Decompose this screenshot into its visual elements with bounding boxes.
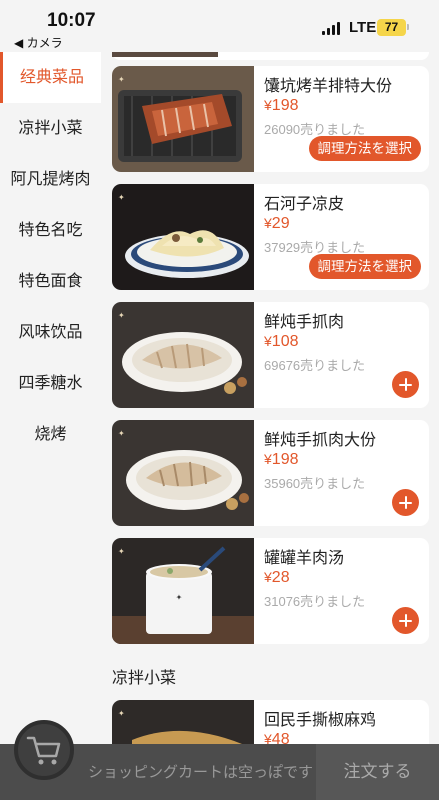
sidebar-item-bbq[interactable]: 烧烤 <box>0 409 101 460</box>
network-type: LTE <box>349 19 377 36</box>
currency-symbol: ¥ <box>264 333 272 349</box>
dish-info: 回民手撕椒麻鸡 ¥48 <box>264 700 421 744</box>
dish-name: 回民手撕椒麻鸡 <box>264 712 377 729</box>
dish-info: 石河子凉皮 ¥29 37929売りました 調理方法を選択 <box>264 184 421 290</box>
add-to-cart-button[interactable] <box>392 371 419 398</box>
battery-tip <box>407 24 409 30</box>
currency-symbol: ¥ <box>264 215 272 231</box>
currency-symbol: ¥ <box>264 569 272 585</box>
price-value: 48 <box>271 731 290 744</box>
choose-cooking-method-button[interactable]: 調理方法を選択 <box>308 254 421 279</box>
svg-text:✦: ✦ <box>118 709 125 718</box>
menu-list[interactable]: ✦ 馕坑烤羊排特大份 ¥198 26090売りました 調理方法を選択 ✦ 石河子… <box>101 52 439 744</box>
dish-photo: ✦ <box>112 700 254 744</box>
dish-photo: ✦ <box>112 66 254 172</box>
menu-item-card[interactable]: ✦ 馕坑烤羊排特大份 ¥198 26090売りました 調理方法を選択 <box>112 66 429 172</box>
dish-info: 鲜炖手抓肉 ¥108 69676売りました <box>264 302 421 408</box>
dish-photo: ✦ ✦ <box>112 538 254 644</box>
sold-count: 31076売りました <box>264 594 366 609</box>
menu-item-card[interactable]: ✦ 鲜炖手抓肉大份 ¥198 35960売りました <box>112 420 429 526</box>
sold-count: 35960売りました <box>264 476 366 491</box>
price-value: 198 <box>271 97 299 114</box>
svg-text:✦: ✦ <box>176 593 183 602</box>
dish-info: 罐罐羊肉汤 ¥28 31076売りました <box>264 538 421 644</box>
dish-name: 鲜炖手抓肉 <box>264 314 345 331</box>
svg-text:✦: ✦ <box>118 311 125 320</box>
dish-photo: ✦ <box>112 302 254 408</box>
currency-symbol: ¥ <box>264 97 272 113</box>
dish-info: 馕坑烤羊排特大份 ¥198 26090売りました 調理方法を選択 <box>264 66 421 172</box>
sidebar-item-cold-dishes[interactable]: 凉拌小菜 <box>0 103 101 154</box>
sidebar-item-grilled-meat[interactable]: 阿凡提烤肉 <box>0 154 101 205</box>
checkout-button[interactable]: 注文する <box>316 744 439 800</box>
previous-card-edge <box>112 52 429 60</box>
menu-item-card[interactable]: ✦ 回民手撕椒麻鸡 ¥48 <box>112 700 429 744</box>
dish-price: ¥108 <box>264 333 299 351</box>
currency-symbol: ¥ <box>264 731 272 744</box>
currency-symbol: ¥ <box>264 451 272 467</box>
cart-empty-message: ショッピングカートは空っぽです <box>88 764 314 781</box>
menu-item-card[interactable]: ✦ ✦ 罐罐羊肉汤 ¥28 31076売りました <box>112 538 429 644</box>
svg-text:✦: ✦ <box>118 193 125 202</box>
dish-price: ¥48 <box>264 731 290 744</box>
sidebar-item-drinks[interactable]: 风味饮品 <box>0 307 101 358</box>
sidebar-item-classic[interactable]: 经典菜品 <box>0 52 101 103</box>
dish-price: ¥29 <box>264 215 290 233</box>
svg-text:✦: ✦ <box>118 429 125 438</box>
dish-name: 鲜炖手抓肉大份 <box>264 432 377 449</box>
category-sidebar: 经典菜品 凉拌小菜 阿凡提烤肉 特色名吃 特色面食 风味饮品 四季糖水 烧烤 <box>0 52 101 800</box>
signal-icon <box>322 22 342 35</box>
status-time: 10:07 <box>47 10 96 31</box>
svg-text:✦: ✦ <box>118 75 125 84</box>
svg-text:✦: ✦ <box>118 547 125 556</box>
choose-cooking-method-button[interactable]: 調理方法を選択 <box>308 136 421 161</box>
battery-icon: 77 <box>377 19 406 36</box>
price-value: 29 <box>271 215 290 232</box>
price-value: 28 <box>271 569 290 586</box>
menu-item-card[interactable]: ✦ 石河子凉皮 ¥29 37929売りました 調理方法を選択 <box>112 184 429 290</box>
cart-icon <box>26 736 61 765</box>
add-to-cart-button[interactable] <box>392 607 419 634</box>
sidebar-item-specialties[interactable]: 特色名吃 <box>0 205 101 256</box>
status-bar: 10:07 ◀ カメラ LTE 77 <box>0 0 439 52</box>
sold-count: 69676売りました <box>264 358 366 373</box>
dish-name: 馕坑烤羊排特大份 <box>264 78 393 95</box>
menu-item-card[interactable]: ✦ 鲜炖手抓肉 ¥108 69676売りました <box>112 302 429 408</box>
dish-name: 罐罐羊肉汤 <box>264 550 345 567</box>
add-to-cart-button[interactable] <box>392 489 419 516</box>
dish-name: 石河子凉皮 <box>264 196 345 213</box>
sidebar-item-noodles[interactable]: 特色面食 <box>0 256 101 307</box>
dish-info: 鲜炖手抓肉大份 ¥198 35960売りました <box>264 420 421 526</box>
price-value: 198 <box>271 451 299 468</box>
dish-photo: ✦ <box>112 420 254 526</box>
price-value: 108 <box>271 333 299 350</box>
dish-price: ¥28 <box>264 569 290 587</box>
dish-price: ¥198 <box>264 451 299 469</box>
back-to-app-link[interactable]: ◀ カメラ <box>14 34 63 51</box>
section-title: 凉拌小菜 <box>112 670 177 687</box>
dish-price: ¥198 <box>264 97 299 115</box>
sidebar-item-desserts[interactable]: 四季糖水 <box>0 358 101 409</box>
cart-button[interactable] <box>14 720 74 780</box>
dish-photo: ✦ <box>112 184 254 290</box>
